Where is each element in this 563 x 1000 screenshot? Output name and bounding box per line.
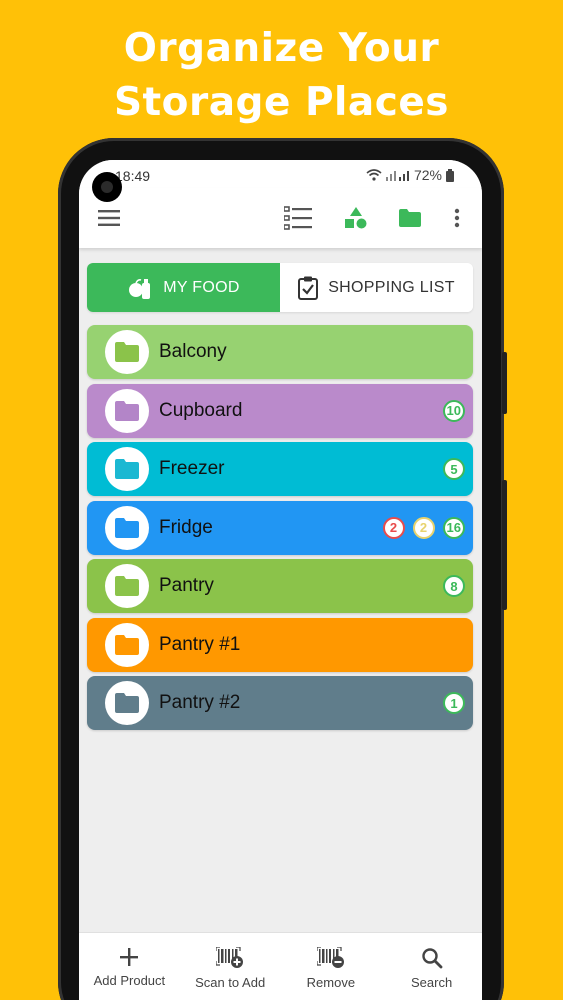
status-bar: 18:49 72% <box>79 160 482 188</box>
storage-row[interactable]: Pantry #1 <box>87 617 473 672</box>
wifi-icon <box>366 169 382 181</box>
count-badges: 5 <box>443 458 465 480</box>
storage-row[interactable]: Cupboard 10 <box>87 383 473 438</box>
bottom-navigation: Add Product Scan to Add Remove Search <box>79 932 482 1000</box>
count-badges: 10 <box>442 399 465 422</box>
add-product-label: Add Product <box>93 973 166 988</box>
phone-volume-button <box>502 352 507 414</box>
storage-list: Balcony Cupboard 10 Freezer 5 Fridge 2 2 16 Pantr… <box>87 325 473 735</box>
barcode-remove-icon <box>316 947 344 968</box>
folder-icon <box>115 576 139 596</box>
signal-icon <box>385 171 409 181</box>
storage-name: Pantry #1 <box>159 633 241 655</box>
plus-icon <box>120 948 139 966</box>
tab-shopping-list[interactable]: SHOPPING LIST <box>280 263 473 312</box>
count-badges: 8 <box>443 575 465 597</box>
storage-row[interactable]: Freezer 5 <box>87 442 473 496</box>
storage-name: Fridge <box>159 516 213 538</box>
search-label: Search <box>411 975 453 990</box>
storage-row[interactable]: Fridge 2 2 16 <box>87 500 473 555</box>
scan-to-add-label: Scan to Add <box>195 975 266 990</box>
scan-to-add-button[interactable]: Scan to Add <box>180 933 281 1000</box>
storage-row[interactable]: Pantry 8 <box>87 559 473 613</box>
storage-name: Pantry <box>159 575 214 596</box>
count-badge: 2 <box>382 516 405 539</box>
list-view-icon[interactable] <box>283 204 313 232</box>
storage-avatar <box>105 564 149 608</box>
search-icon <box>421 948 443 969</box>
count-badge: 5 <box>443 458 465 480</box>
promo-headline-line2: Storage Places <box>113 80 450 125</box>
count-badge: 10 <box>442 399 465 422</box>
battery-percent: 72% <box>413 167 442 183</box>
barcode-add-icon <box>216 947 244 968</box>
folder-icon <box>115 459 139 479</box>
storage-row[interactable]: Balcony <box>87 325 473 379</box>
folder-icon <box>115 634 139 655</box>
remove-button[interactable]: Remove <box>281 933 382 1000</box>
tab-my-food-label: MY FOOD <box>163 278 240 296</box>
search-button[interactable]: Search <box>381 933 482 1000</box>
tab-my-food[interactable]: MY FOOD <box>87 263 280 312</box>
battery-icon <box>446 168 454 182</box>
count-badge: 2 <box>412 516 435 539</box>
more-vert-icon[interactable] <box>451 204 463 232</box>
front-camera <box>92 172 122 202</box>
storage-name: Cupboard <box>159 399 243 421</box>
folder-icon <box>115 693 139 713</box>
folder-icon <box>115 517 139 538</box>
storage-avatar <box>105 330 149 374</box>
storage-avatar <box>105 622 149 667</box>
promo-headline: Organize Your Storage Places <box>0 22 563 130</box>
folder-icon <box>115 342 139 362</box>
count-badge: 1 <box>443 692 465 714</box>
storage-avatar <box>105 505 149 550</box>
remove-label: Remove <box>306 975 356 990</box>
count-badges: 1 <box>443 692 465 714</box>
tab-shopping-list-label: SHOPPING LIST <box>328 278 455 296</box>
app-toolbar <box>79 188 482 248</box>
main-tabs: MY FOOD SHOPPING LIST <box>87 263 473 312</box>
menu-icon[interactable] <box>97 204 121 232</box>
count-badges: 2 2 16 <box>382 516 465 539</box>
promo-headline-line1: Organize Your <box>123 26 440 71</box>
phone-power-button <box>502 480 507 610</box>
clipboard-check-icon <box>298 276 319 300</box>
status-indicators: 72% <box>366 167 454 183</box>
count-badge: 8 <box>443 575 465 597</box>
storage-name: Pantry #2 <box>159 692 241 713</box>
storage-avatar <box>105 681 149 725</box>
categories-icon[interactable] <box>343 204 369 232</box>
storage-name: Freezer <box>159 458 225 479</box>
folder-icon <box>115 400 139 421</box>
count-badge: 16 <box>442 516 465 539</box>
food-icon <box>129 278 151 299</box>
storage-name: Balcony <box>159 341 227 362</box>
storage-avatar <box>105 388 149 433</box>
add-product-button[interactable]: Add Product <box>79 933 180 1000</box>
app-screen: 18:49 72% MY FOOD SHOPPING LIST Balcony … <box>79 160 482 1000</box>
storage-avatar <box>105 447 149 491</box>
storage-row[interactable]: Pantry #2 1 <box>87 676 473 730</box>
folder-icon[interactable] <box>398 204 422 232</box>
